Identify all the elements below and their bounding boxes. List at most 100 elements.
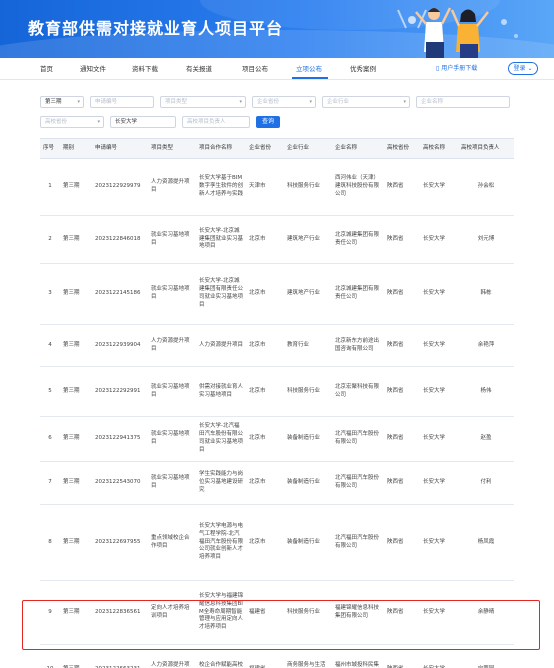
row-project-type: 人力资源提升项目 bbox=[148, 324, 196, 367]
row-company-name: 北汽福田汽车股份有限公司 bbox=[332, 461, 384, 505]
row-index: 5 bbox=[40, 366, 60, 417]
header-banner: 教育部供需对接就业育人项目平台 bbox=[0, 0, 554, 58]
row-project-name: 校企合作赋能高校师资质量提升 bbox=[196, 644, 246, 668]
row-leader: 宁蓉园 bbox=[458, 644, 514, 668]
nav-downloads[interactable]: 资料下载 bbox=[132, 63, 158, 73]
row-batch: 第三期 bbox=[60, 644, 92, 668]
col-header-project-name: 项目合作名称 bbox=[196, 138, 246, 159]
row-company-industry: 商务服务与生活消费行业 bbox=[284, 644, 332, 668]
col-header-company-province: 企业省份 bbox=[246, 138, 284, 159]
row-company-industry: 教育行业 bbox=[284, 324, 332, 367]
platform-title: 教育部供需对接就业育人项目平台 bbox=[28, 19, 284, 38]
row-apply-no: 2023122836561 bbox=[92, 580, 148, 645]
row-batch: 第三期 bbox=[60, 324, 92, 367]
school-province-placeholder: 高校省份 bbox=[45, 119, 68, 125]
row-leader: 余静晴 bbox=[458, 580, 514, 645]
login-button[interactable]: 登录 ⌄ bbox=[508, 62, 538, 75]
nav-excellent-cases[interactable]: 优秀案例 bbox=[350, 63, 376, 73]
nav-project-publish[interactable]: 项目公布 bbox=[242, 63, 268, 73]
row-project-type: 就业实习基地项目 bbox=[148, 263, 196, 325]
row-company-name: 北京城建集团有限责任公司 bbox=[332, 263, 384, 325]
row-project-type: 就业实习基地项目 bbox=[148, 366, 196, 417]
row-leader: 孙会松 bbox=[458, 158, 514, 216]
project-type-select[interactable]: 项目类型 ▾ bbox=[160, 96, 246, 108]
row-index: 1 bbox=[40, 158, 60, 216]
row-leader: 杨凤霞 bbox=[458, 504, 514, 581]
row-company-industry: 装备制造行业 bbox=[284, 461, 332, 505]
row-project-type: 就业实习基地项目 bbox=[148, 461, 196, 505]
row-project-type: 重点领域校企合作项目 bbox=[148, 504, 196, 581]
company-province-select[interactable]: 企业省份 ▾ bbox=[252, 96, 316, 108]
row-leader: 付利 bbox=[458, 461, 514, 505]
row-company-industry: 装备制造行业 bbox=[284, 416, 332, 462]
top-nav: 首页 通知文件 资料下载 有关报道 项目公布 立项公布 优秀案例 ▯ 用户手册下… bbox=[0, 58, 554, 80]
row-company-province: 福建省 bbox=[246, 580, 284, 645]
row-company-province: 北京市 bbox=[246, 461, 284, 505]
company-industry-placeholder: 企业行业 bbox=[327, 99, 350, 105]
col-header-batch: 期别 bbox=[60, 138, 92, 159]
row-batch: 第三期 bbox=[60, 215, 92, 264]
company-province-placeholder: 企业省份 bbox=[257, 99, 280, 105]
row-batch: 第三期 bbox=[60, 580, 92, 645]
table-row: 4 第三期 2023122939904 人力资源提升项目 人力资源提升项目 北京市 教育行业… bbox=[40, 324, 514, 367]
school-province-select[interactable]: 高校省份 ▾ bbox=[40, 116, 104, 128]
row-project-name: 学生实践能力与岗位实习基地建设研究 bbox=[196, 461, 246, 505]
row-leader: 杨伟 bbox=[458, 366, 514, 417]
row-company-province: 北京市 bbox=[246, 366, 284, 417]
row-company-industry: 建筑地产行业 bbox=[284, 215, 332, 264]
row-leader: 余艳萍 bbox=[458, 324, 514, 367]
table-row: 3 第三期 2023122145186 就业实习基地项目 长安大学-北京城建集团有限责任… bbox=[40, 263, 514, 325]
table-row: 10第三期2023122663231人力资源提升项目校企合作赋能高校师资质量提升… bbox=[40, 644, 514, 668]
row-batch: 第三期 bbox=[60, 263, 92, 325]
leader-input[interactable]: 高校项目负责人 bbox=[182, 116, 250, 128]
row-apply-no: 2023122846018 bbox=[92, 215, 148, 264]
row-project-name: 长安大学基于BIM数字孪生软件的创新人才培养与实践 bbox=[196, 158, 246, 216]
row-company-province: 北京市 bbox=[246, 324, 284, 367]
row-company-industry: 建筑地产行业 bbox=[284, 263, 332, 325]
banner-illustration bbox=[397, 7, 518, 58]
apply-no-input[interactable]: 申请编号 bbox=[90, 96, 154, 108]
row-index: 8 bbox=[40, 504, 60, 581]
row-index: 9 bbox=[40, 580, 60, 645]
chevron-down-icon: ▾ bbox=[77, 99, 80, 105]
approved-projects-table: 序号 期别 申请编号 项目类型 项目合作名称 企业省份 企业行业 企业名称 高校… bbox=[40, 138, 514, 668]
row-project-type: 定向人才培养培训项目 bbox=[148, 580, 196, 645]
row-school-province: 陕西省 bbox=[384, 504, 420, 581]
row-school-province: 陕西省 bbox=[384, 324, 420, 367]
row-apply-no: 2023122929979 bbox=[92, 158, 148, 216]
row-index: 2 bbox=[40, 215, 60, 264]
batch-select[interactable]: 第三期 ▾ bbox=[40, 96, 84, 108]
manual-download-link[interactable]: ▯ 用户手册下载 bbox=[436, 63, 477, 72]
nav-reports[interactable]: 有关报道 bbox=[186, 63, 212, 73]
col-header-company-name: 企业名称 bbox=[332, 138, 384, 159]
query-button[interactable]: 查询 bbox=[256, 116, 280, 128]
row-company-province: 福建省 bbox=[246, 644, 284, 668]
row-company-industry: 科技服务行业 bbox=[284, 580, 332, 645]
row-school-province: 陕西省 bbox=[384, 158, 420, 216]
row-project-name: 供需对接就业育人实习基地项目 bbox=[196, 366, 246, 417]
row-leader: 赵盈 bbox=[458, 416, 514, 462]
school-name-input[interactable]: 长安大学 bbox=[110, 116, 176, 128]
row-project-type: 人力资源提升项目 bbox=[148, 158, 196, 216]
company-industry-select[interactable]: 企业行业 ▾ bbox=[322, 96, 410, 108]
row-apply-no: 2023122292991 bbox=[92, 366, 148, 417]
row-project-name: 长安大学-北京城建集团就业实习基地项目 bbox=[196, 215, 246, 264]
row-company-name: 北京城建集团有限责任公司 bbox=[332, 215, 384, 264]
row-apply-no: 2023122939904 bbox=[92, 324, 148, 367]
nav-approved-projects[interactable]: 立项公布 bbox=[296, 63, 322, 73]
table-header-row: 序号 期别 申请编号 项目类型 项目合作名称 企业省份 企业行业 企业名称 高校… bbox=[40, 138, 514, 159]
row-batch: 第三期 bbox=[60, 461, 92, 505]
row-school-province: 陕西省 bbox=[384, 644, 420, 668]
row-company-industry: 科技服务行业 bbox=[284, 366, 332, 417]
company-name-input[interactable]: 企业名称 bbox=[416, 96, 510, 108]
row-school-name: 长安大学 bbox=[420, 158, 458, 216]
row-company-name: 北京新东方前途出国咨询有限公司 bbox=[332, 324, 384, 367]
row-leader: 刘元博 bbox=[458, 215, 514, 264]
row-batch: 第三期 bbox=[60, 416, 92, 462]
nav-home[interactable]: 首页 bbox=[40, 63, 53, 73]
manual-download-label: 用户手册下载 bbox=[441, 65, 478, 72]
col-header-apply-no: 申请编号 bbox=[92, 138, 148, 159]
row-company-name: 福州市城投科民集团有限公司 bbox=[332, 644, 384, 668]
row-batch: 第三期 bbox=[60, 158, 92, 216]
nav-notice-files[interactable]: 通知文件 bbox=[80, 63, 106, 73]
